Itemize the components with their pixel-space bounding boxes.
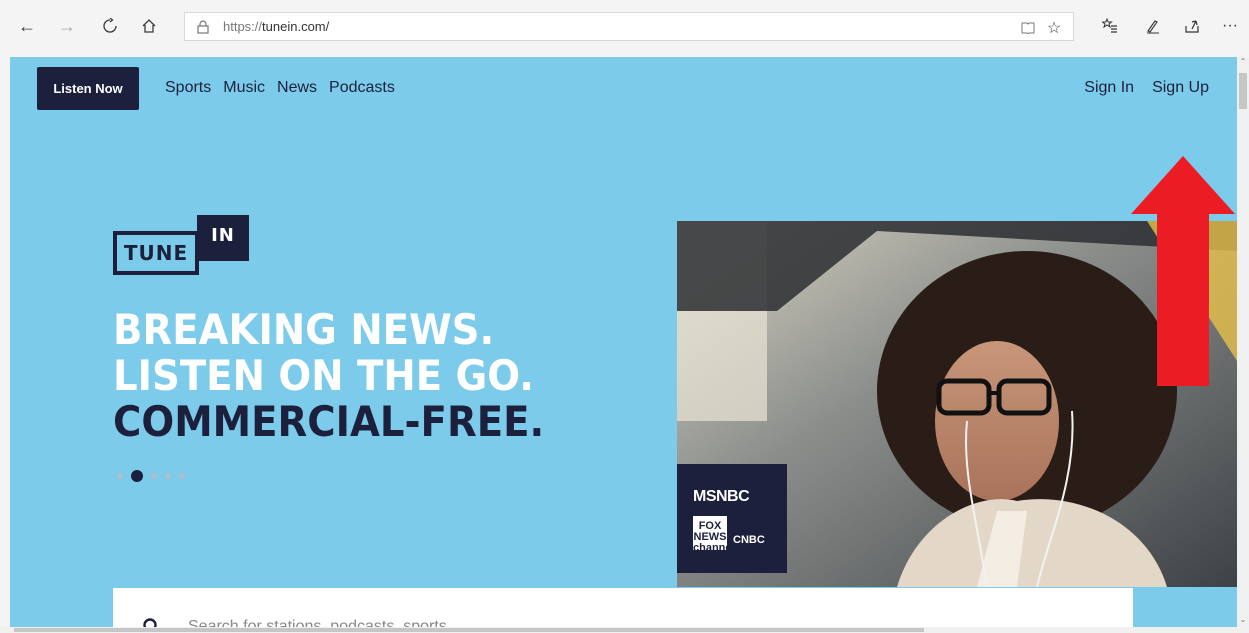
hero-line-1: BREAKING NEWS. — [113, 305, 495, 354]
vertical-scrollbar[interactable]: ⌃ ⌄ — [1237, 57, 1249, 627]
horizontal-scrollbar[interactable] — [0, 627, 1249, 633]
address-bar[interactable]: https://tunein.com/ ☆ — [184, 12, 1074, 41]
top-nav: Sports Music News Podcasts — [165, 79, 407, 97]
scroll-thumb[interactable] — [1239, 73, 1247, 109]
scroll-down-icon[interactable]: ⌄ — [1237, 615, 1249, 627]
tunein-logo: TUNE IN — [113, 215, 249, 277]
reading-view-icon[interactable] — [1019, 19, 1037, 37]
home-icon[interactable] — [136, 13, 162, 39]
fox-news-logo: FOX NEWS channel — [693, 516, 735, 554]
auth-links: Sign In Sign Up — [1084, 79, 1209, 97]
hero-line-2: LISTEN ON THE GO. — [113, 351, 534, 400]
scroll-up-icon[interactable]: ⌃ — [1237, 57, 1249, 69]
refresh-icon[interactable] — [97, 13, 123, 39]
logo-in: IN — [197, 215, 249, 261]
nav-link-music[interactable]: Music — [223, 79, 265, 97]
more-icon[interactable]: ··· — [1218, 14, 1242, 38]
back-icon[interactable]: ← — [14, 13, 40, 39]
search-card[interactable]: Search for stations, podcasts, sports — [113, 588, 1133, 627]
hero-headline: BREAKING NEWS. LISTEN ON THE GO. COMMERC… — [113, 307, 544, 445]
listen-now-button[interactable]: Listen Now — [37, 67, 139, 110]
red-arrow-annotation — [1131, 156, 1235, 386]
cnbc-logo: CNBC — [733, 534, 765, 546]
share-icon[interactable] — [1180, 14, 1204, 38]
carousel-dots — [117, 470, 185, 482]
hscroll-thumb[interactable] — [14, 628, 924, 632]
carousel-dot[interactable] — [117, 473, 123, 479]
search-icon — [143, 618, 161, 627]
logo-tune: TUNE — [113, 231, 199, 275]
msnbc-logo: MSNBC — [693, 488, 750, 505]
url-text: https://tunein.com/ — [223, 19, 329, 34]
url-protocol: https:// — [223, 19, 263, 34]
carousel-dot[interactable] — [151, 473, 157, 479]
hero-line-3: COMMERCIAL-FREE. — [113, 397, 545, 446]
nav-link-news[interactable]: News — [277, 79, 317, 97]
page-viewport: Listen Now Sports Music News Podcasts Si… — [10, 57, 1237, 627]
carousel-dot-active[interactable] — [131, 470, 143, 482]
nav-link-sports[interactable]: Sports — [165, 79, 211, 97]
lock-icon — [195, 19, 211, 35]
forward-icon[interactable]: → — [54, 13, 80, 39]
news-brands-badge: MSNBC FOX NEWS channel CNBC — [677, 464, 787, 573]
nav-link-podcasts[interactable]: Podcasts — [329, 79, 395, 97]
favorite-star-icon[interactable]: ☆ — [1045, 19, 1063, 37]
carousel-dot[interactable] — [165, 473, 171, 479]
carousel-dot[interactable] — [179, 473, 185, 479]
search-placeholder: Search for stations, podcasts, sports — [188, 618, 447, 627]
favorites-list-icon[interactable] — [1098, 14, 1122, 38]
url-host: tunein.com/ — [262, 19, 330, 34]
sign-in-link[interactable]: Sign In — [1084, 79, 1134, 97]
browser-toolbar: ← → https://tunein.com/ ☆ ··· — [0, 0, 1249, 57]
pen-icon[interactable] — [1141, 14, 1165, 38]
sign-up-link[interactable]: Sign Up — [1152, 79, 1209, 97]
